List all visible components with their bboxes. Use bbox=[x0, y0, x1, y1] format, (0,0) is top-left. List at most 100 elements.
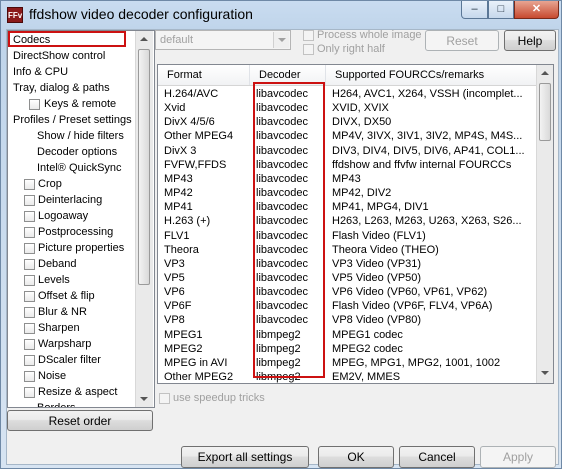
tree-item[interactable]: Crop bbox=[38, 177, 62, 192]
reset-button[interactable]: Reset bbox=[425, 30, 499, 51]
tree-item-label: Noise bbox=[38, 370, 67, 382]
list-row[interactable]: VP5 libavcodec VP5 Video (VP50) bbox=[158, 271, 536, 285]
tree-item[interactable]: DirectShow control bbox=[13, 49, 105, 64]
filter-enable-checkbox[interactable] bbox=[24, 387, 35, 398]
filter-enable-checkbox[interactable] bbox=[24, 211, 35, 222]
only-right-half-checkbox[interactable] bbox=[303, 44, 314, 55]
apply-button[interactable]: Apply bbox=[480, 446, 556, 468]
row-format: VP5 bbox=[164, 271, 185, 284]
list-row[interactable]: DivX 3 libavcodec DIV3, DIV4, DIV5, DIV6, … bbox=[158, 144, 536, 158]
tree-item[interactable]: Profiles / Preset settings bbox=[13, 113, 132, 128]
list-row[interactable]: FLV1 libavcodec Flash Video (FLV1) bbox=[158, 229, 536, 243]
tree-item[interactable]: Resize & aspect bbox=[38, 385, 117, 400]
filter-enable-checkbox[interactable] bbox=[24, 323, 35, 334]
tree-item[interactable]: Intel® QuickSync bbox=[37, 161, 122, 176]
filter-enable-checkbox[interactable] bbox=[24, 259, 35, 270]
filter-enable-checkbox[interactable] bbox=[24, 227, 35, 238]
tree-item[interactable]: Picture properties bbox=[38, 241, 124, 256]
ok-button[interactable]: OK bbox=[318, 446, 394, 468]
codecs-highlight-box bbox=[8, 31, 126, 47]
maximize-button[interactable]: □ bbox=[488, 1, 514, 19]
tree-item[interactable]: Logoaway bbox=[38, 209, 88, 224]
tree-item[interactable]: Keys & remote bbox=[44, 97, 116, 112]
scroll-down-icon[interactable] bbox=[140, 397, 148, 401]
use-speedup-tricks-checkbox[interactable] bbox=[159, 393, 170, 404]
list-row[interactable]: H.263 (+) libavcodec H263, L263, M263, U26… bbox=[158, 214, 536, 228]
tree-item[interactable]: Levels bbox=[38, 273, 70, 288]
list-row[interactable]: MP42 libavcodec MP42, DIV2 bbox=[158, 186, 536, 200]
tree-scroll-thumb[interactable] bbox=[138, 49, 150, 285]
list-row[interactable]: VP6 libavcodec VP6 Video (VP60, VP61, VP62… bbox=[158, 285, 536, 299]
list-row[interactable]: VP3 libavcodec VP3 Video (VP31) bbox=[158, 257, 536, 271]
filter-enable-checkbox[interactable] bbox=[24, 243, 35, 254]
list-row[interactable]: MPEG in AVI libmpeg2 MPEG, MPG1, MPG2, 100… bbox=[158, 356, 536, 370]
tree-scrollbar[interactable] bbox=[135, 31, 153, 407]
row-format: VP8 bbox=[164, 314, 185, 327]
filter-enable-checkbox[interactable] bbox=[29, 99, 40, 110]
filter-enable-checkbox[interactable] bbox=[24, 195, 35, 206]
filter-enable-checkbox[interactable] bbox=[24, 291, 35, 302]
tree-item[interactable]: Deband bbox=[38, 257, 77, 272]
tree-item[interactable]: Info & CPU bbox=[13, 65, 68, 80]
tree-item[interactable]: Sharpen bbox=[38, 321, 80, 336]
codec-list[interactable]: Format Decoder Supported FOURCCs/remarks… bbox=[157, 64, 554, 384]
help-button[interactable]: Help bbox=[504, 30, 556, 51]
list-row[interactable]: MPEG2 libmpeg2 MPEG2 codec bbox=[158, 342, 536, 356]
settings-tree[interactable]: Codecs DirectShow control Info & CPU Tray, … bbox=[7, 30, 155, 408]
header-format[interactable]: Format bbox=[158, 65, 250, 85]
row-remarks: XVID, XVIX bbox=[332, 102, 389, 115]
filter-enable-checkbox[interactable] bbox=[24, 371, 35, 382]
tree-item[interactable]: DScaler filter bbox=[38, 353, 101, 368]
list-row[interactable]: FVFW,FFDS libavcodec ffdshow and ffvfw int… bbox=[158, 158, 536, 172]
list-row[interactable]: MP41 libavcodec MP41, MPG4, DIV1 bbox=[158, 200, 536, 214]
filter-enable-checkbox[interactable] bbox=[24, 179, 35, 190]
list-row[interactable]: H.264/AVC libavcodec H264, AVC1, X264, VSS… bbox=[158, 87, 536, 101]
list-row[interactable]: Theora libavcodec Theora Video (THEO) bbox=[158, 243, 536, 257]
tree-item-label: Crop bbox=[38, 178, 62, 190]
tree-item[interactable]: Tray, dialog & paths bbox=[13, 81, 110, 96]
process-whole-image-checkbox[interactable] bbox=[303, 30, 314, 41]
reset-order-button[interactable]: Reset order bbox=[7, 410, 153, 431]
list-row[interactable]: MP43 libavcodec MP43 bbox=[158, 172, 536, 186]
header-remarks[interactable]: Supported FOURCCs/remarks bbox=[326, 65, 536, 85]
list-scrollbar[interactable] bbox=[536, 65, 553, 383]
filter-enable-checkbox[interactable] bbox=[24, 307, 35, 318]
cancel-button[interactable]: Cancel bbox=[399, 446, 475, 468]
row-format: DivX 3 bbox=[164, 144, 197, 157]
tree-item[interactable]: Offset & flip bbox=[38, 289, 95, 304]
tree-item[interactable]: Noise bbox=[38, 369, 66, 384]
tree-item[interactable]: Show / hide filters bbox=[37, 129, 124, 144]
list-row[interactable]: VP6F libavcodec Flash Video (VP6F, FLV4, V… bbox=[158, 299, 536, 313]
tree-item[interactable]: Blur & NR bbox=[38, 305, 87, 320]
list-row[interactable]: Xvid libavcodec XVID, XVIX bbox=[158, 101, 536, 115]
row-remarks: H263, L263, M263, U263, X263, S26... bbox=[332, 215, 522, 228]
row-remarks: MP4V, 3IVX, 3IV1, 3IV2, MP4S, M4S... bbox=[332, 130, 523, 143]
tree-item[interactable]: Borders bbox=[37, 401, 76, 407]
list-row[interactable]: MPEG1 libmpeg2 MPEG1 codec bbox=[158, 328, 536, 342]
tree-item[interactable]: Decoder options bbox=[37, 145, 117, 160]
tree-item[interactable]: Warpsharp bbox=[38, 337, 91, 352]
list-row[interactable]: VP8 libavcodec VP8 Video (VP80) bbox=[158, 313, 536, 327]
use-speedup-tricks-label: use speedup tricks bbox=[173, 392, 265, 404]
row-format: H.263 (+) bbox=[164, 215, 211, 228]
preset-combo[interactable]: default bbox=[155, 30, 291, 50]
list-row[interactable]: DivX 4/5/6 libavcodec DIVX, DX50 bbox=[158, 115, 536, 129]
scroll-up-icon[interactable] bbox=[140, 37, 148, 41]
chevron-down-icon[interactable] bbox=[273, 32, 289, 48]
minimize-button[interactable]: – bbox=[461, 1, 488, 19]
filter-enable-checkbox[interactable] bbox=[24, 275, 35, 286]
scroll-down-icon[interactable] bbox=[541, 371, 549, 375]
filter-enable-checkbox[interactable] bbox=[24, 339, 35, 350]
list-row[interactable]: Other MPEG2 libmpeg2 EM2V, MMES bbox=[158, 370, 536, 383]
list-scroll-thumb[interactable] bbox=[539, 83, 551, 141]
tree-item-label: Logoaway bbox=[38, 210, 89, 222]
row-remarks: MPEG, MPG1, MPG2, 1001, 1002 bbox=[332, 356, 501, 369]
export-all-settings-button[interactable]: Export all settings bbox=[181, 446, 309, 468]
tree-item[interactable]: Deinterlacing bbox=[38, 193, 102, 208]
title-bar[interactable]: FFv ffdshow video decoder configuration … bbox=[1, 1, 561, 31]
filter-enable-checkbox[interactable] bbox=[24, 355, 35, 366]
scroll-up-icon[interactable] bbox=[541, 71, 549, 75]
list-row[interactable]: Other MPEG4 libavcodec MP4V, 3IVX, 3IV1, 3… bbox=[158, 129, 536, 143]
close-button[interactable]: ✕ bbox=[514, 1, 559, 19]
tree-item[interactable]: Postprocessing bbox=[38, 225, 113, 240]
